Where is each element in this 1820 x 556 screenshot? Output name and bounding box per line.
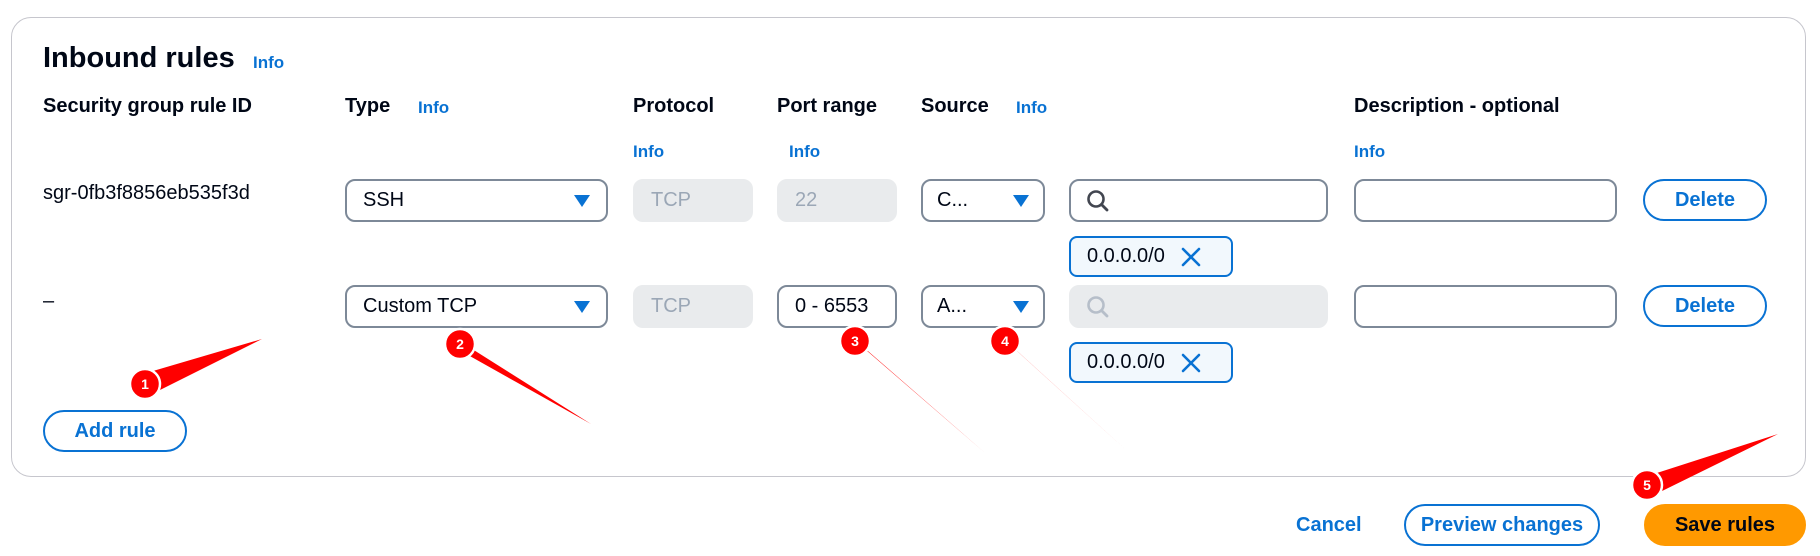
port-range-input: 22 <box>777 179 897 222</box>
col-header-protocol: Protocol <box>633 95 715 117</box>
source-info-link[interactable]: Info <box>1016 98 1047 118</box>
add-rule-button[interactable]: Add rule <box>43 410 187 452</box>
type-select[interactable]: Custom TCP <box>345 285 608 328</box>
caret-down-icon <box>574 194 590 207</box>
search-icon <box>1087 189 1109 211</box>
close-icon[interactable] <box>1179 245 1203 269</box>
col-header-port-range: Port range <box>777 95 878 117</box>
save-rules-button[interactable]: Save rules <box>1644 504 1806 546</box>
rule-id: – <box>43 290 55 312</box>
description-info-link[interactable]: Info <box>1354 142 1385 162</box>
source-search-input <box>1069 285 1328 328</box>
close-icon[interactable] <box>1179 351 1203 375</box>
protocol-field: TCP <box>633 285 753 328</box>
delete-button[interactable]: Delete <box>1643 179 1767 221</box>
annotation-label: 5 <box>1643 477 1651 493</box>
col-header-source: Source <box>921 95 989 117</box>
search-icon <box>1087 295 1109 317</box>
cidr-token-label: 0.0.0.0/0 <box>1087 351 1165 373</box>
source-select-value: A... <box>937 295 968 317</box>
type-select-value: SSH <box>363 189 405 211</box>
cancel-button[interactable]: Cancel <box>1296 514 1362 537</box>
inbound-rules-panel <box>11 17 1806 477</box>
page-title: Inbound rules <box>43 42 235 74</box>
port-range-input[interactable]: 0 - 6553 <box>777 285 897 328</box>
source-select[interactable]: A... <box>921 285 1045 328</box>
protocol-field: TCP <box>633 179 753 222</box>
delete-button[interactable]: Delete <box>1643 285 1767 327</box>
source-select[interactable]: C... <box>921 179 1045 222</box>
source-select-value: C... <box>937 189 969 211</box>
caret-down-icon <box>574 300 590 313</box>
title-info-link[interactable]: Info <box>253 53 284 73</box>
type-info-link[interactable]: Info <box>418 98 449 118</box>
description-input[interactable] <box>1354 179 1617 222</box>
protocol-info-link[interactable]: Info <box>633 142 664 162</box>
caret-down-icon <box>1013 194 1029 207</box>
cidr-token: 0.0.0.0/0 <box>1069 342 1233 383</box>
type-select[interactable]: SSH <box>345 179 608 222</box>
description-input[interactable] <box>1354 285 1617 328</box>
caret-down-icon <box>1013 300 1029 313</box>
cidr-token: 0.0.0.0/0 <box>1069 236 1233 277</box>
type-select-value: Custom TCP <box>363 295 478 317</box>
port-range-info-link[interactable]: Info <box>789 142 820 162</box>
rule-id: sgr-0fb3f8856eb535f3d <box>43 182 250 204</box>
preview-changes-button[interactable]: Preview changes <box>1404 504 1600 546</box>
source-search-input[interactable] <box>1069 179 1328 222</box>
cidr-token-label: 0.0.0.0/0 <box>1087 245 1165 267</box>
col-header-description: Description - optional <box>1354 95 1560 117</box>
col-header-rule-id: Security group rule ID <box>43 95 252 117</box>
col-header-type: Type <box>345 95 391 117</box>
